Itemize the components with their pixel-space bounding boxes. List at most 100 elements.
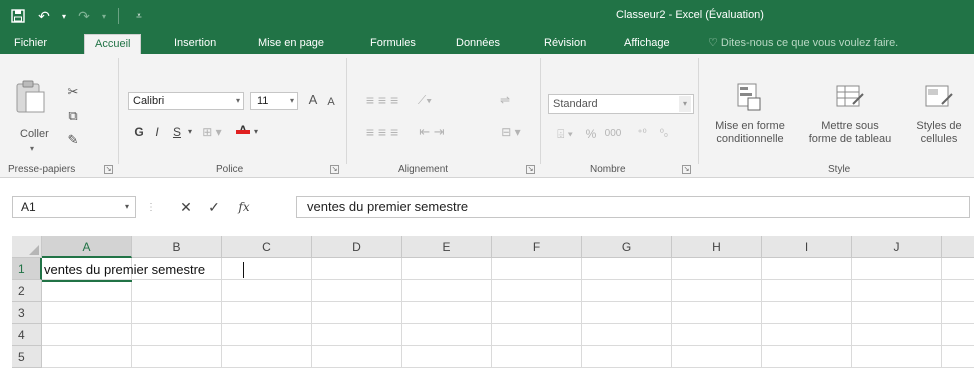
tell-me-box[interactable]: ♡ Dites-nous ce que vous voulez faire. (708, 32, 898, 54)
cell[interactable] (132, 346, 222, 368)
cell[interactable] (492, 302, 582, 324)
column-header-j[interactable]: J (852, 236, 942, 258)
cell[interactable] (402, 346, 492, 368)
grow-font-button[interactable]: A (306, 90, 320, 110)
cell[interactable] (132, 324, 222, 346)
cell[interactable] (942, 324, 974, 346)
tab-fichier[interactable]: Fichier (14, 32, 47, 54)
alignment-launcher-icon[interactable]: ↘ (526, 165, 535, 174)
cell[interactable] (492, 258, 582, 280)
format-painter-icon[interactable]: ✎ (64, 132, 82, 148)
tab-affichage[interactable]: Affichage (624, 32, 670, 54)
column-header-d[interactable]: D (312, 236, 402, 258)
cell[interactable] (852, 302, 942, 324)
cell[interactable] (582, 302, 672, 324)
underline-button[interactable]: S (170, 122, 184, 142)
merge-center-icon[interactable]: ⊟ ▾ (496, 122, 526, 142)
row-header-3[interactable]: 3 (12, 302, 42, 324)
cancel-button[interactable]: ✕ (176, 196, 196, 218)
indent-icon[interactable]: ⇤ ⇥ (410, 122, 454, 142)
cell[interactable] (42, 280, 132, 302)
cell[interactable] (762, 346, 852, 368)
percent-button[interactable]: % (584, 124, 598, 144)
column-header-i[interactable]: I (762, 236, 852, 258)
tab-revision[interactable]: Révision (544, 32, 586, 54)
cell[interactable] (402, 324, 492, 346)
cell[interactable] (582, 346, 672, 368)
cell[interactable] (672, 324, 762, 346)
cell[interactable] (582, 280, 672, 302)
row-header-2[interactable]: 2 (12, 280, 42, 302)
wrap-text-icon[interactable]: ⇌ (496, 90, 514, 110)
cell[interactable] (492, 346, 582, 368)
column-header-h[interactable]: H (672, 236, 762, 258)
select-all-button[interactable] (12, 236, 42, 258)
cell[interactable] (222, 302, 312, 324)
cell[interactable] (852, 324, 942, 346)
cell[interactable] (42, 302, 132, 324)
column-header-e[interactable]: E (402, 236, 492, 258)
formula-input[interactable]: ventes du premier semestre (296, 196, 970, 218)
column-header-g[interactable]: G (582, 236, 672, 258)
number-format-select[interactable]: Standard ▾ (548, 94, 694, 114)
font-launcher-icon[interactable]: ↘ (330, 165, 339, 174)
tab-mise-en-page[interactable]: Mise en page (258, 32, 324, 54)
cell[interactable] (492, 280, 582, 302)
increase-decimal-icon[interactable]: ⁺⁰ (632, 124, 652, 144)
cell[interactable] (312, 346, 402, 368)
cell[interactable] (672, 280, 762, 302)
cell-a1-content[interactable]: ventes du premier semestre (44, 260, 205, 280)
undo-icon[interactable]: ↶ (34, 6, 54, 26)
cell[interactable] (402, 280, 492, 302)
font-color-dropdown-icon[interactable]: ▾ (252, 122, 260, 142)
save-icon[interactable] (8, 6, 28, 26)
thousands-button[interactable]: 000 (602, 124, 624, 144)
cell[interactable] (942, 258, 974, 280)
row-header-4[interactable]: 4 (12, 324, 42, 346)
italic-button[interactable]: I (150, 122, 164, 142)
conditional-formatting-button[interactable]: Mise en forme conditionnelle (704, 82, 796, 146)
row-header-5[interactable]: 5 (12, 346, 42, 368)
cell[interactable] (672, 302, 762, 324)
cell[interactable] (852, 346, 942, 368)
name-box[interactable]: A1 ▾ (12, 196, 136, 218)
bold-button[interactable]: G (132, 122, 146, 142)
cell[interactable] (762, 258, 852, 280)
number-launcher-icon[interactable]: ↘ (682, 165, 691, 174)
row-header-1[interactable]: 1 (12, 258, 42, 280)
cell[interactable] (312, 302, 402, 324)
column-header-c[interactable]: C (222, 236, 312, 258)
shrink-font-button[interactable]: A (324, 92, 338, 112)
paste-button[interactable]: Coller (20, 128, 49, 140)
column-header-b[interactable]: B (132, 236, 222, 258)
clipboard-launcher-icon[interactable]: ↘ (104, 165, 113, 174)
cell[interactable] (42, 346, 132, 368)
cell[interactable] (402, 302, 492, 324)
column-header-k[interactable] (942, 236, 974, 258)
underline-dropdown-icon[interactable]: ▾ (186, 122, 194, 142)
cell[interactable] (312, 324, 402, 346)
paste-icon[interactable] (14, 80, 46, 114)
undo-dropdown-icon[interactable]: ▾ (60, 6, 68, 26)
format-as-table-button[interactable]: Mettre sous forme de tableau (806, 82, 894, 146)
currency-icon[interactable]: ⌹ ▾ (550, 124, 580, 144)
cell[interactable] (762, 302, 852, 324)
font-name-select[interactable]: Calibri ▾ (128, 92, 244, 110)
top-align-icon[interactable]: ≡ ≡ ≡ (360, 90, 404, 110)
cell[interactable] (582, 258, 672, 280)
cell[interactable] (402, 258, 492, 280)
cell[interactable] (672, 346, 762, 368)
cell[interactable] (222, 324, 312, 346)
column-header-f[interactable]: F (492, 236, 582, 258)
tab-donnees[interactable]: Données (456, 32, 500, 54)
column-header-a[interactable]: A (42, 236, 132, 258)
cell-styles-button[interactable]: Styles de cellules (904, 82, 974, 146)
cell[interactable] (582, 324, 672, 346)
cell[interactable] (942, 302, 974, 324)
cell[interactable] (132, 280, 222, 302)
redo-dropdown-icon[interactable]: ▾ (100, 6, 108, 26)
enter-button[interactable]: ✓ (204, 196, 224, 218)
left-align-icon[interactable]: ≡ ≡ ≡ (360, 122, 404, 142)
copy-icon[interactable]: ⧉ (64, 108, 82, 124)
cell[interactable] (852, 258, 942, 280)
